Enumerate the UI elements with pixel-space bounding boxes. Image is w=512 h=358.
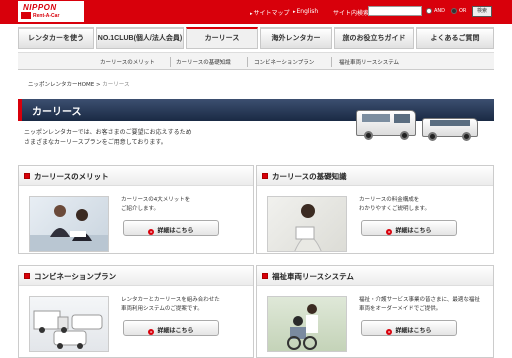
card-description: レンタカーとカーリースを組み合わせた 車両利用システムのご提案です。 [121,296,249,314]
subnav-item-welfare[interactable]: 福祉車両リースシステム [339,58,399,66]
card-text-line: 車両をオーダーメイドでご提供。 [359,306,442,312]
main-nav: レンタカーを使う NO.1CLUB(個人/法人会員) カーリース 海外レンタカー… [18,26,494,50]
subnav-divider [331,57,332,67]
sitemap-link[interactable]: サイトマップ [250,8,290,17]
sub-nav: カーリースのメリット カーリースの基礎知識 コンビネーションプラン 福祉車両リー… [18,52,494,70]
card-text-line: わかりやすくご説明します。 [359,206,430,212]
details-button[interactable]: ▸ 詳細はこちら [361,220,457,236]
subnav-item-combination[interactable]: コンビネーションプラン [254,58,314,66]
search-and-radio[interactable] [426,8,432,14]
logo-stripe [21,12,31,19]
card-text-line: カーリースの料金構成を [359,197,420,203]
top-bar: NIPPON Rent-A-Car サイトマップ English サイト内検索 … [0,0,512,24]
intro-line: さまざまなカーリースプランをご用意しております。 [24,139,167,146]
page-title: カーリース [32,107,82,118]
red-square-icon [262,173,268,179]
search-and-label: AND [434,8,446,14]
card-title: 福祉車両リースシステム [272,272,354,281]
card-basics: カーリースの基礎知識 カーリースの料金構成を わかりやすくご説明します。 ▸ 詳細… [256,165,494,254]
card-header: カーリースのメリット [19,166,253,186]
button-label: 詳細はこちら [157,328,194,335]
nav-tab-no1club[interactable]: NO.1CLUB(個人/法人会員) [96,27,184,49]
card-title: カーリースのメリット [34,172,109,181]
intro-text: ニッポンレンタカーでは、お客さまのご要望にお応えするため さまざまなカーリースプ… [24,128,244,148]
nav-tab-car-lease[interactable]: カーリース [186,27,258,49]
card-description: 福祉・介護サービス事業の皆さまに、最適な福祉 車両をオーダーメイドでご提供。 [359,296,487,314]
breadcrumb-home-link[interactable]: ニッポンレンタカーHOME [28,82,94,88]
van-image [356,108,418,144]
subnav-item-basics[interactable]: カーリースの基礎知識 [176,58,231,66]
breadcrumb-current: カーリース [102,82,130,88]
card-text-line: ご紹介します。 [121,206,159,212]
vehicles-photo [29,296,109,352]
english-link[interactable]: English [293,8,319,15]
business-people-photo [29,196,109,252]
intro-line: ニッポンレンタカーでは、お客さまのご要望にお応えするため [24,129,192,136]
card-description: カーリースの4大メリットを ご紹介します。 [121,196,249,214]
nav-tab-travel-guide[interactable]: 旅のお役立ちガイド [334,27,414,49]
red-square-icon [24,273,30,279]
subnav-divider [247,57,248,67]
card-text-line: レンタカーとカーリースを組み合わせた [121,297,220,303]
details-button[interactable]: ▸ 詳細はこちら [123,320,219,336]
subnav-divider [170,57,171,67]
arrow-circle-icon: ▸ [148,328,155,335]
subnav-item-merit[interactable]: カーリースのメリット [100,58,155,66]
red-square-icon [24,173,30,179]
wagon-image [422,114,480,144]
card-text-line: 福祉・介護サービス事業の皆さまに、最適な福祉 [359,297,480,303]
breadcrumb-separator: > [95,82,101,88]
card-text-line: 車両利用システムのご提案です。 [121,306,203,312]
details-button[interactable]: ▸ 詳細はこちら [123,220,219,236]
red-square-icon [262,273,268,279]
arrow-circle-icon: ▸ [386,328,393,335]
woman-with-document-photo [267,196,347,252]
nippon-rent-a-car-logo[interactable]: NIPPON Rent-A-Car [18,1,84,22]
welfare-vehicle-photo [267,296,347,352]
breadcrumb: ニッポンレンタカーHOME > カーリース [28,80,130,88]
card-merit: カーリースのメリット カーリースの4大メリットを ご紹介します。 ▸ 詳細はこちら [18,165,254,254]
logo-main-text: NIPPON [23,3,57,12]
search-button[interactable]: 検索 [472,6,492,17]
button-label: 詳細はこちら [157,228,194,235]
nav-tab-rental[interactable]: レンタカーを使う [18,27,94,49]
card-welfare: 福祉車両リースシステム 福祉・介護サービス事業の皆さまに、最適な福祉 車両をオー… [256,265,494,358]
nav-tab-overseas[interactable]: 海外レンタカー [260,27,332,49]
nav-tab-faq[interactable]: よくあるご質問 [416,27,494,49]
site-search-label: サイト内検索 [333,10,370,17]
card-header: コンビネーションプラン [19,266,253,286]
card-header: 福祉車両リースシステム [257,266,493,286]
card-combination: コンビネーションプラン レンタカーとカーリースを組み合わせた 車両利用システムの… [18,265,254,358]
search-or-label: OR [459,8,467,14]
button-label: 詳細はこちら [395,328,432,335]
arrow-circle-icon: ▸ [386,228,393,235]
card-text-line: カーリースの4大メリットを [121,197,191,203]
card-title: コンビネーションプラン [34,272,117,281]
search-or-radio[interactable] [451,8,457,14]
arrow-circle-icon: ▸ [148,228,155,235]
card-header: カーリースの基礎知識 [257,166,493,186]
logo-sub-text: Rent-A-Car [33,13,60,19]
site-search-input[interactable] [368,6,422,16]
button-label: 詳細はこちら [395,228,432,235]
card-title: カーリースの基礎知識 [272,172,347,181]
card-description: カーリースの料金構成を わかりやすくご説明します。 [359,196,487,214]
details-button[interactable]: ▸ 詳細はこちら [361,320,457,336]
